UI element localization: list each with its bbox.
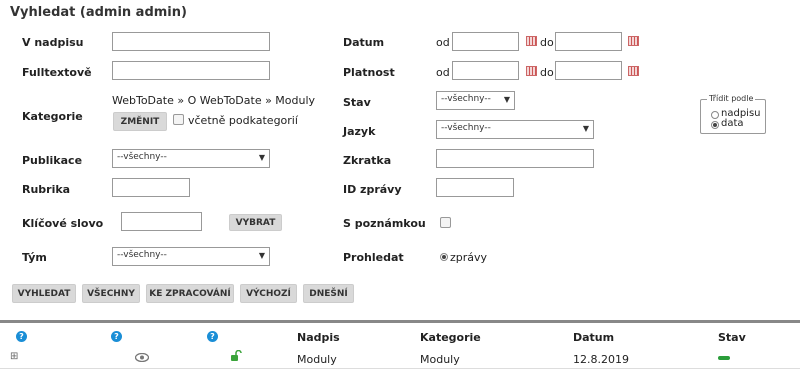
sort-by-date-radio[interactable] [711,121,719,129]
shortcut-input[interactable] [436,149,594,168]
search-in-value: zprávy [450,251,488,264]
heading-input[interactable] [112,32,270,51]
language-select[interactable]: --všechny-- ▼ [436,120,594,139]
chevron-down-icon: ▼ [258,153,265,162]
section-label: Rubrika [22,183,71,196]
include-subcategories-label: včetně podkategorií [188,114,298,127]
chevron-down-icon: ▼ [582,124,589,133]
date-to-label: do [540,36,554,49]
team-select[interactable]: --všechny-- ▼ [112,247,270,266]
row-category: Moduly [420,353,460,366]
column-header-date[interactable]: Datum [573,331,614,344]
eye-icon[interactable] [135,353,149,362]
choose-keyword-button[interactable]: VYBRAT [229,214,282,231]
section-divider [0,320,800,323]
calendar-icon[interactable] [526,36,537,46]
page-title: Vyhledat (admin admin) [10,5,187,20]
search-in-radio[interactable] [440,253,448,261]
date-label: Datum [343,36,385,49]
state-value: --všechny-- [441,94,491,104]
today-button[interactable]: DNEŠNÍ [303,284,354,303]
with-note-checkbox[interactable] [440,217,451,228]
validity-label: Platnost [343,66,395,79]
help-icon[interactable]: ? [111,331,122,342]
column-header-title[interactable]: Nadpis [297,331,340,344]
row-title[interactable]: Moduly [297,353,337,366]
date-to-input[interactable] [555,32,622,51]
calendar-icon[interactable] [526,66,537,76]
validity-from-input[interactable] [452,61,519,80]
keyword-input[interactable] [121,212,202,231]
fulltext-label: Fulltextově [22,66,92,79]
to-process-button[interactable]: KE ZPRACOVÁNÍ [146,284,234,303]
chevron-down-icon: ▼ [503,95,510,104]
state-label: Stav [343,96,371,109]
sort-option-date: data [721,118,744,129]
search-in-label: Prohledat [343,251,404,264]
category-path: WebToDate » O WebToDate » Moduly [112,94,316,107]
team-label: Tým [22,251,47,264]
date-from-label: od [436,36,450,49]
category-label: Kategorie [22,110,83,123]
help-icon[interactable]: ? [16,331,27,342]
language-label: Jazyk [343,125,376,138]
publication-value: --všechny-- [117,152,167,162]
keyword-label: Klíčové slovo [22,217,104,230]
heading-label: V nadpisu [22,36,84,49]
team-value: --všechny-- [117,250,167,260]
publication-select[interactable]: --všechny-- ▼ [112,149,270,168]
fulltext-input[interactable] [112,61,270,80]
column-header-status[interactable]: Stav [718,331,746,344]
with-note-label: S poznámkou [343,217,426,230]
help-icon[interactable]: ? [207,331,218,342]
column-header-category[interactable]: Kategorie [420,331,481,344]
validity-to-input[interactable] [555,61,622,80]
search-button[interactable]: VYHLEDAT [12,284,76,303]
language-value: --všechny-- [441,123,491,133]
section-input[interactable] [112,178,190,197]
sort-title: Třídit podle [707,94,756,103]
include-subcategories-checkbox[interactable] [173,114,184,125]
status-indicator [718,356,730,360]
news-id-label: ID zprávy [343,183,402,196]
date-from-input[interactable] [452,32,519,51]
shortcut-label: Zkratka [343,154,392,167]
all-button[interactable]: VŠECHNY [82,284,140,303]
calendar-icon[interactable] [628,36,639,46]
sort-by-title-radio[interactable] [711,111,719,119]
default-button[interactable]: VÝCHOZÍ [240,284,297,303]
expand-row-icon[interactable]: ⊞ [10,351,18,362]
chevron-down-icon: ▼ [258,251,265,260]
state-select[interactable]: --všechny-- ▼ [436,91,515,110]
validity-from-label: od [436,66,450,79]
calendar-icon[interactable] [628,66,639,76]
validity-to-label: do [540,66,554,79]
news-id-input[interactable] [436,178,514,197]
publication-label: Publikace [22,154,83,167]
row-separator [0,368,800,369]
change-category-button[interactable]: ZMĚNIT [113,112,167,131]
row-date: 12.8.2019 [573,353,629,366]
unlock-icon[interactable] [230,350,242,362]
